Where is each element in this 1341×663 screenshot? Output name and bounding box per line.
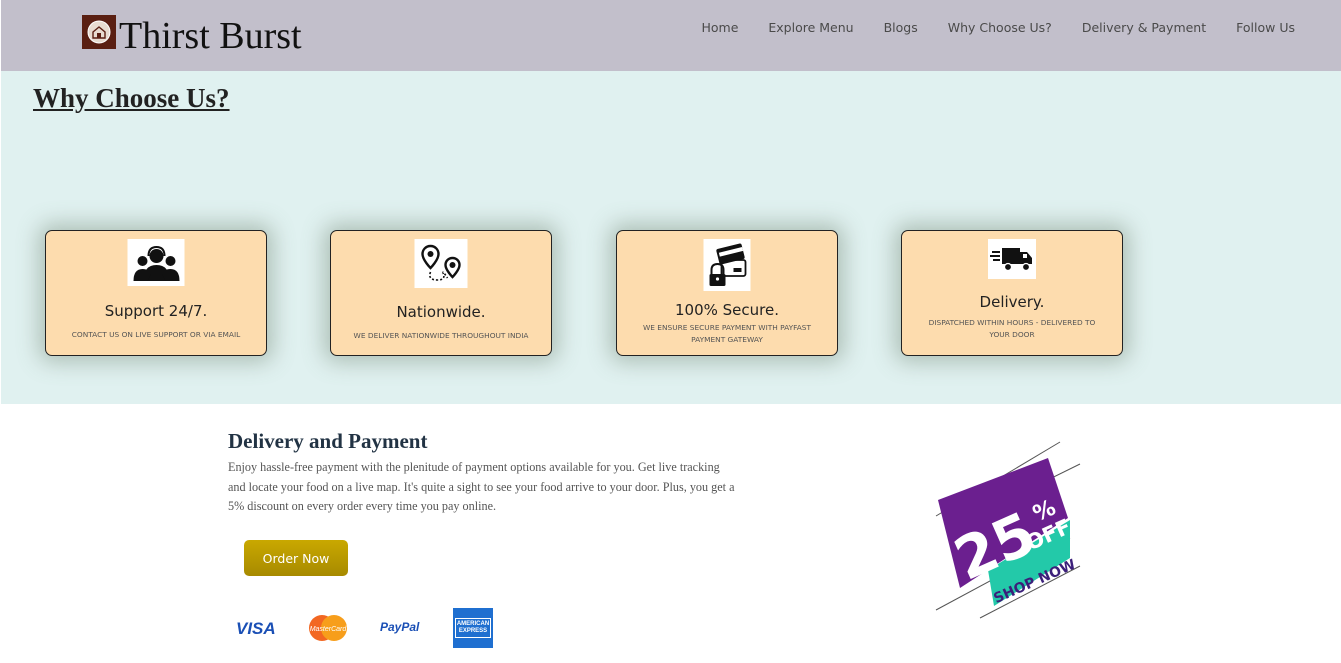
amex-line2: EXPRESS	[458, 628, 488, 634]
nav-delivery-payment[interactable]: Delivery & Payment	[1082, 20, 1206, 36]
card-subtitle: DISPATCHED WITHIN HOURS - DELIVERED TO Y…	[928, 318, 1096, 339]
card-subtitle: WE ENSURE SECURE PAYMENT WITH PAYFAST PA…	[642, 323, 811, 344]
delivery-truck-icon	[988, 239, 1036, 279]
feature-card-secure: 100% Secure. WE ENSURE SECURE PAYMENT WI…	[616, 230, 838, 356]
order-now-button[interactable]: Order Now	[244, 540, 348, 576]
promo-banner[interactable]: 25 % OFF SHOP NOW	[930, 438, 1085, 620]
card-title: Support 24/7.	[104, 302, 208, 320]
card-title: 100% Secure.	[675, 301, 779, 319]
nav-explore-menu[interactable]: Explore Menu	[768, 20, 853, 36]
nav-home[interactable]: Home	[701, 20, 738, 36]
amex-line1: AMERICAN	[456, 621, 490, 627]
card-title: Nationwide.	[396, 303, 486, 321]
feature-card-support: Support 24/7. CONTACT US ON LIVE SUPPORT…	[45, 230, 267, 356]
card-subtitle: CONTACT US ON LIVE SUPPORT OR VIA EMAIL	[71, 330, 241, 339]
card-title: Delivery.	[979, 293, 1045, 311]
paypal-logo: PayPal	[380, 620, 420, 634]
main-nav: Home Explore Menu Blogs Why Choose Us? D…	[671, 20, 1295, 36]
delivery-payment-text: Enjoy hassle-free payment with the pleni…	[228, 460, 735, 513]
why-choose-section: Why Choose Us? Support 24/7. CONTACT US …	[1, 71, 1341, 404]
brand-name[interactable]: Thirst Burst	[119, 14, 302, 58]
map-route-icon	[414, 239, 468, 288]
navbar: Thirst Burst Home Explore Menu Blogs Why…	[1, 0, 1341, 71]
nav-blogs[interactable]: Blogs	[884, 20, 918, 36]
feature-card-delivery: Delivery. DISPATCHED WITHIN HOURS - DELI…	[901, 230, 1123, 356]
mastercard-label: MasterCard	[310, 626, 348, 633]
nav-follow-us[interactable]: Follow Us	[1236, 20, 1295, 36]
amex-logo: AMERICAN EXPRESS	[453, 608, 493, 648]
support-team-icon	[127, 239, 185, 286]
logo-icon[interactable]	[82, 15, 116, 49]
mastercard-logo: MasterCard	[308, 614, 348, 642]
card-subtitle: WE DELIVER NATIONWIDE THROUGHOUT INDIA	[353, 331, 529, 340]
secure-card-icon	[703, 239, 751, 291]
delivery-payment-title: Delivery and Payment	[228, 429, 428, 453]
why-choose-title: Why Choose Us?	[33, 83, 230, 113]
feature-card-nationwide: Nationwide. WE DELIVER NATIONWIDE THROUG…	[330, 230, 552, 356]
nav-why-choose-us[interactable]: Why Choose Us?	[948, 20, 1052, 36]
visa-logo: VISA	[236, 619, 276, 638]
